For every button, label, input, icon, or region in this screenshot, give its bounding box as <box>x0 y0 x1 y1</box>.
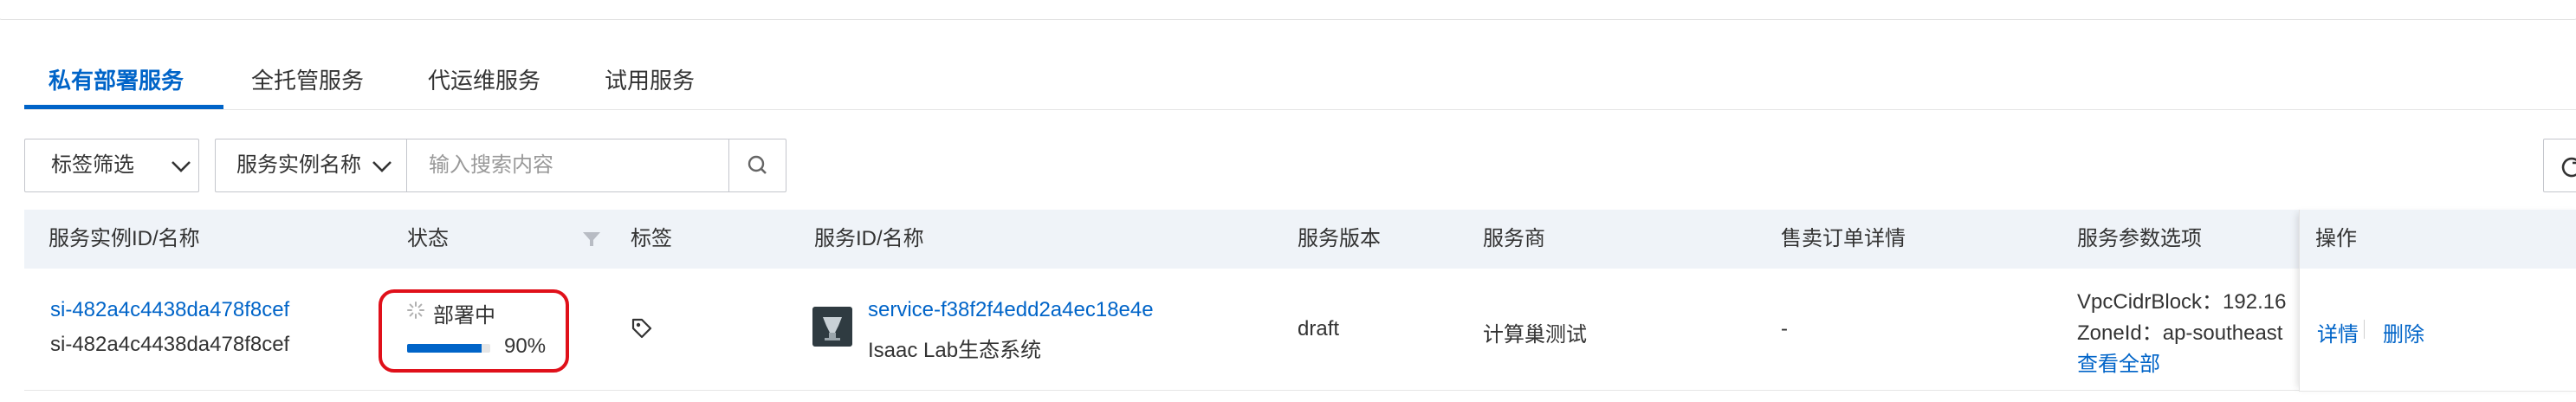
tag-filter-label: 标签筛选 <box>51 153 134 177</box>
service-name: Isaac Lab生态系统 <box>868 339 1042 362</box>
chevron-down-icon <box>171 157 191 181</box>
search-group: 服务实例名称 <box>215 139 786 192</box>
filter-icon[interactable] <box>582 230 601 252</box>
search-input[interactable] <box>408 139 728 191</box>
ops-header: 操作 <box>2300 210 2576 269</box>
top-panel <box>0 0 2576 20</box>
service-logo-icon <box>812 307 852 347</box>
operations-column: 操作 详情 删除 <box>2299 210 2576 392</box>
param-item: VpcCidrBlock：192.16 <box>2077 290 2287 314</box>
col-version: 服务版本 <box>1298 227 1381 250</box>
view-all-link[interactable]: 查看全部 <box>2077 347 2160 377</box>
col-tags: 标签 <box>631 227 672 250</box>
delete-link[interactable]: 删除 <box>2383 317 2424 347</box>
col-status: 状态 <box>407 227 449 250</box>
refresh-button[interactable] <box>2543 139 2576 192</box>
instance-id-link[interactable]: si-482a4c4438da478f8cef <box>50 298 289 322</box>
col-service: 服务ID/名称 <box>814 227 924 250</box>
tab-fully-managed[interactable]: 全托管服务 <box>251 52 364 109</box>
instance-name: si-482a4c4438da478f8cef <box>50 333 290 356</box>
search-field-select[interactable]: 服务实例名称 <box>236 139 361 191</box>
order-detail: - <box>1781 317 1788 340</box>
divider <box>406 139 407 191</box>
tag-icon[interactable] <box>631 317 653 344</box>
detail-link[interactable]: 详情 <box>2317 317 2359 347</box>
ops-cell: 详情 删除 <box>2300 269 2576 392</box>
param-item: ZoneId：ap-southeast <box>2077 321 2283 345</box>
tab-managed-ops[interactable]: 代运维服务 <box>428 52 540 109</box>
search-button[interactable] <box>729 139 786 191</box>
col-provider: 服务商 <box>1483 227 1545 250</box>
provider: 计算巢测试 <box>1483 323 1587 347</box>
chevron-down-icon[interactable] <box>372 157 392 181</box>
col-params: 服务参数选项 <box>2077 227 2202 250</box>
table-header: 服务实例ID/名称 状态 标签 服务ID/名称 服务版本 服务商 售卖订单详情 … <box>24 210 2576 269</box>
status-highlight-box <box>379 289 569 373</box>
col-instance: 服务实例ID/名称 <box>49 227 200 250</box>
refresh-icon <box>2561 157 2576 178</box>
tabs-divider <box>24 109 2576 110</box>
service-id-link[interactable]: service-f38f2f4edd2a4ec18e4e <box>868 298 1154 322</box>
tab-trial[interactable]: 试用服务 <box>605 52 695 109</box>
col-actions: 操作 <box>2315 227 2357 250</box>
version: draft <box>1298 317 1340 340</box>
active-tab-indicator <box>24 105 223 109</box>
col-order: 售卖订单详情 <box>1781 227 1906 250</box>
search-icon <box>748 155 767 174</box>
tag-filter-button[interactable]: 标签筛选 <box>24 139 199 192</box>
tab-private-deploy[interactable]: 私有部署服务 <box>49 52 184 109</box>
action-separator <box>2364 320 2365 339</box>
